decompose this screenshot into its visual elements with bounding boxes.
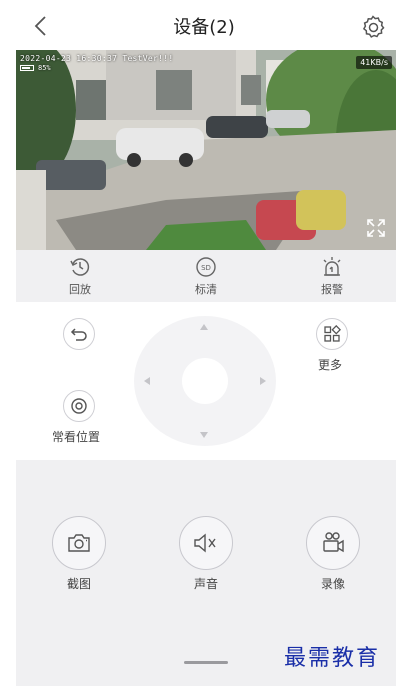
alarm-button[interactable]: 报警 [302, 256, 362, 297]
quality-label: 标清 [195, 283, 217, 296]
camera-icon [68, 534, 90, 552]
preset-position-button[interactable] [63, 390, 95, 422]
playback-label: 回放 [69, 283, 91, 296]
home-indicator[interactable] [184, 661, 228, 664]
battery-icon [20, 65, 34, 71]
sd-quality-icon: SD [194, 256, 218, 278]
settings-button[interactable] [360, 14, 386, 40]
back-button[interactable] [28, 12, 52, 40]
camera-feed-image [16, 50, 396, 250]
undo-button[interactable] [63, 318, 95, 350]
more-grid-icon [324, 325, 341, 342]
record-button[interactable] [306, 516, 360, 570]
playback-clock-icon [68, 256, 92, 278]
ptz-joystick[interactable] [134, 316, 276, 446]
video-timestamp: 2022-04-23 16:30:37 TestVer!!! [20, 54, 174, 63]
target-icon [71, 398, 87, 414]
video-toolbar: 回放 SD 标清 报警 [16, 250, 396, 302]
video-battery: 85% [20, 64, 51, 72]
quality-button[interactable]: SD 标清 [176, 256, 236, 297]
ptz-down-arrow[interactable] [200, 432, 208, 438]
speaker-mute-icon [194, 533, 216, 553]
ptz-control-panel: 更多 常看位置 [16, 302, 396, 460]
bitrate-badge: 41KB/s [356, 56, 392, 69]
alarm-label: 报警 [321, 283, 343, 296]
ptz-up-arrow[interactable] [200, 324, 208, 330]
ptz-right-arrow[interactable] [260, 377, 266, 385]
joystick-knob[interactable] [182, 358, 228, 404]
gear-icon [362, 15, 385, 38]
screenshot-label: 截图 [66, 577, 91, 591]
expand-icon [367, 219, 385, 237]
fullscreen-button[interactable] [366, 218, 386, 238]
more-button[interactable] [316, 318, 348, 350]
sound-button[interactable] [179, 516, 233, 570]
screenshot-button[interactable] [52, 516, 106, 570]
preset-position-label: 常看位置 [52, 430, 101, 444]
live-video-view[interactable]: 2022-04-23 16:30:37 TestVer!!! 85% 41KB/… [16, 50, 396, 250]
chevron-left-icon [34, 16, 46, 36]
playback-button[interactable]: 回放 [50, 256, 110, 297]
svg-text:SD: SD [201, 264, 211, 272]
sound-label: 声音 [193, 577, 218, 591]
watermark: 最需教育 [284, 646, 381, 671]
record-label: 录像 [320, 577, 345, 591]
more-label: 更多 [318, 358, 343, 372]
page-title: 设备(2) [173, 17, 235, 38]
battery-level: 85% [38, 64, 51, 72]
record-video-icon [323, 532, 344, 553]
ptz-left-arrow[interactable] [144, 377, 150, 385]
undo-icon [70, 328, 87, 341]
alarm-icon [320, 256, 344, 278]
